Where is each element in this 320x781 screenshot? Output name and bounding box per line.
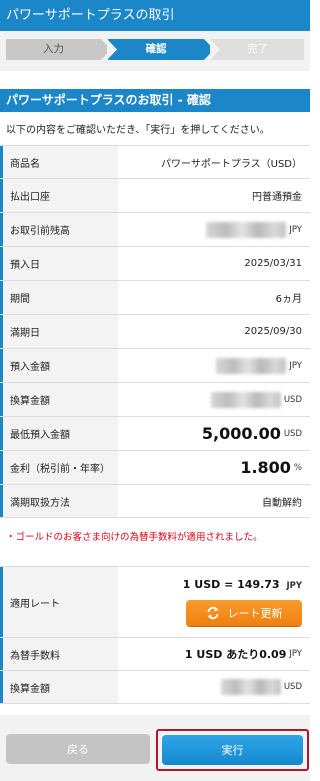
unit-label: JPY <box>286 581 302 591</box>
row-label: お取引前残高 <box>0 213 118 246</box>
row-label: 満期日 <box>0 315 118 348</box>
step-complete: 完了 <box>210 39 304 60</box>
masked-amount <box>216 357 287 374</box>
execute-highlight: 実行 <box>156 729 309 771</box>
rate-refresh-button[interactable]: レート更新 <box>186 600 302 626</box>
row-minimum-deposit: 最低預入金額 5,000.00 USD <box>0 417 310 451</box>
row-value: 2025/03/31 <box>244 258 302 269</box>
row-fx-fee: 為替手数料 1 USD あたり0.09 JPY <box>0 638 310 671</box>
rate-value: 1.800 <box>240 458 291 477</box>
row-label: 満期取扱方法 <box>0 485 118 517</box>
row-label: 換算金額 <box>0 671 118 703</box>
minimum-value: 5,000.00 <box>201 424 281 443</box>
unit-label: JPY <box>289 360 302 371</box>
row-deposit-amount: 預入金額 JPY <box>0 349 310 383</box>
fx-rate-value: 1 USD = 149.73 <box>182 578 280 591</box>
page-title: パワーサポートプラスの取引 <box>6 8 175 23</box>
row-value: 2025/09/30 <box>244 326 302 337</box>
row-value: 円普通預金 <box>252 192 302 203</box>
row-converted-amount-2: 換算金額 USD <box>0 671 310 704</box>
step-notch-icon <box>107 39 117 60</box>
row-label: 払出口座 <box>0 179 118 212</box>
row-maturity: 満期日 2025/09/30 <box>0 315 310 349</box>
row-label: 為替手数料 <box>0 638 118 670</box>
masked-amount <box>206 221 287 238</box>
masked-amount <box>210 391 281 408</box>
unit-label: % <box>293 462 302 473</box>
step-confirm: 確認 <box>107 39 214 60</box>
row-label: 商品名 <box>0 146 118 178</box>
confirmation-table: 商品名 パワーサポートプラス（USD） 払出口座 円普通預金 お取引前残高 JP… <box>0 145 310 518</box>
section-title: パワーサポートプラスのお取引 - 確認 <box>0 89 310 112</box>
row-label: 適用レート <box>0 567 118 637</box>
unit-label: JPY <box>289 649 302 659</box>
refresh-icon <box>207 606 218 620</box>
row-label: 金利（税引前・年率） <box>0 451 118 484</box>
row-value: 6ヵ月 <box>275 294 302 305</box>
masked-amount <box>220 679 281 695</box>
page-header: パワーサポートプラスの取引 <box>0 0 310 31</box>
row-interest-rate: 金利（税引前・年率） 1.800 % <box>0 451 310 485</box>
row-label: 預入日 <box>0 247 118 280</box>
fee-value: 1 USD あたり0.09 <box>184 648 287 661</box>
row-converted-amount: 換算金額 USD <box>0 383 310 417</box>
rate-refresh-label: レート更新 <box>227 607 283 620</box>
footer-actions: 戻る 実行 <box>0 715 310 781</box>
step-notch-icon <box>210 39 220 60</box>
unit-label: JPY <box>289 224 302 235</box>
unit-label: USD <box>283 682 302 692</box>
row-label: 換算金額 <box>0 383 118 416</box>
row-label: 期間 <box>0 281 118 314</box>
execute-button[interactable]: 実行 <box>162 735 303 765</box>
rate-table: 適用レート 1 USD = 149.73 JPY レート更新 為替手数料 1 U… <box>0 566 310 704</box>
step-input: 入力 <box>6 39 111 60</box>
row-product: 商品名 パワーサポートプラス（USD） <box>0 146 310 179</box>
unit-label: USD <box>283 394 302 405</box>
row-label: 最低預入金額 <box>0 417 118 450</box>
row-deposit-date: 預入日 2025/03/31 <box>0 247 310 281</box>
fee-notice: ・ゴールドのお客さま向けの為替手数料が適用されました。 <box>6 532 263 543</box>
row-fx-rate: 適用レート 1 USD = 149.73 JPY レート更新 <box>0 567 310 638</box>
intro-text: 以下の内容をご確認いただき、「実行」を押してください。 <box>6 125 270 136</box>
unit-label: USD <box>283 428 302 439</box>
row-value: 自動解約 <box>262 497 302 509</box>
row-account: 払出口座 円普通預金 <box>0 179 310 213</box>
row-label: 預入金額 <box>0 349 118 382</box>
row-balance: お取引前残高 JPY <box>0 213 310 247</box>
row-value: パワーサポートプラス（USD） <box>161 158 302 170</box>
row-maturity-method: 満期取扱方法 自動解約 <box>0 485 310 518</box>
row-period: 期間 6ヵ月 <box>0 281 310 315</box>
step-progress: 入力 確認 完了 <box>0 31 310 71</box>
back-button[interactable]: 戻る <box>6 734 150 764</box>
